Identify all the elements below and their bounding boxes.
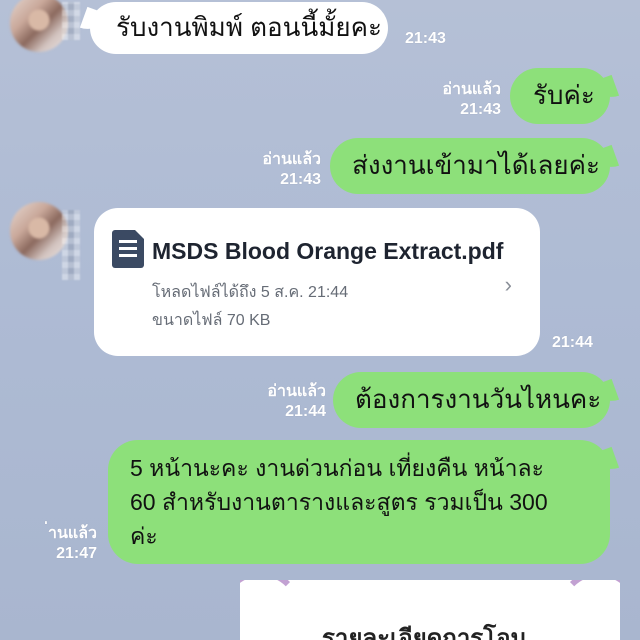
outgoing-message-bubble[interactable]: ส่งงานเข้ามาได้เลยค่ะ bbox=[330, 138, 610, 194]
contact-avatar[interactable] bbox=[10, 0, 68, 52]
outgoing-message-bubble[interactable]: รับค่ะ bbox=[510, 68, 610, 124]
outgoing-message-bubble[interactable]: ต้องการงานวันไหนคะ bbox=[333, 372, 610, 428]
message-meta: อ่านแล้ว 21:44 bbox=[230, 382, 326, 422]
document-icon bbox=[112, 230, 144, 268]
message-text: รับค่ะ bbox=[533, 80, 595, 111]
message-text: ส่งงานเข้ามาได้เลยค่ะ bbox=[352, 150, 601, 181]
message-time: 21:44 bbox=[285, 403, 326, 420]
read-receipt: อ่านแล้ว bbox=[442, 81, 501, 98]
file-size: ขนาดไฟล์ 70 KB bbox=[152, 312, 271, 329]
file-attachment-card[interactable]: MSDS Blood Orange Extract.pdf โหลดไฟล์ได… bbox=[94, 208, 540, 356]
message-text: ต้องการงานวันไหนคะ bbox=[355, 384, 602, 415]
chevron-right-icon[interactable]: › bbox=[505, 272, 512, 298]
message-time: 21:43 bbox=[460, 101, 501, 118]
message-text-line: 5 หน้านะคะ งานด่วนก่อน เที่ยงคืน หน้าละ bbox=[130, 454, 544, 481]
image-message-preview[interactable]: รายละเอียดการโอน bbox=[240, 580, 620, 640]
message-text-line: ค่ะ bbox=[130, 523, 158, 550]
message-time: 21:44 bbox=[552, 334, 593, 351]
outgoing-message-bubble[interactable]: 5 หน้านะคะ งานด่วนก่อน เที่ยงคืน หน้าละ … bbox=[108, 440, 610, 564]
blurred-avatar-pixels bbox=[62, 210, 80, 280]
read-receipt: อ่านแล้ว bbox=[262, 151, 321, 168]
read-receipt: อ่านแล้ว bbox=[267, 383, 326, 400]
file-download-expiry: โหลดไฟล์ได้ถึง 5 ส.ค. 21:44 bbox=[152, 284, 349, 301]
message-time: 21:43 bbox=[405, 30, 446, 47]
message-time: 21:47 bbox=[56, 545, 97, 562]
blurred-avatar-pixels bbox=[62, 2, 80, 40]
incoming-message-bubble[interactable]: รับงานพิมพ์ ตอนนี้มั้ยคะ bbox=[90, 2, 388, 54]
message-meta: อ่านแล้ว 21:43 bbox=[405, 80, 501, 120]
message-text-line: 60 สำหรับงานตารางและสูตร รวมเป็น 300 bbox=[130, 488, 548, 515]
message-time: 21:43 bbox=[280, 171, 321, 188]
message-text: รับงานพิมพ์ ตอนนี้มั้ยคะ bbox=[116, 12, 382, 43]
file-name: MSDS Blood Orange Extract.pdf bbox=[152, 238, 504, 264]
image-caption-text: รายละเอียดการโอน bbox=[322, 625, 527, 640]
message-meta: อ่านแล้ว 21:43 bbox=[225, 150, 321, 190]
message-meta: ่านแล้ว 21:47 bbox=[0, 524, 97, 564]
read-receipt: ่านแล้ว bbox=[47, 525, 97, 542]
contact-avatar[interactable] bbox=[10, 202, 68, 260]
ornament-decoration bbox=[240, 580, 302, 640]
ornament-decoration bbox=[558, 580, 620, 640]
